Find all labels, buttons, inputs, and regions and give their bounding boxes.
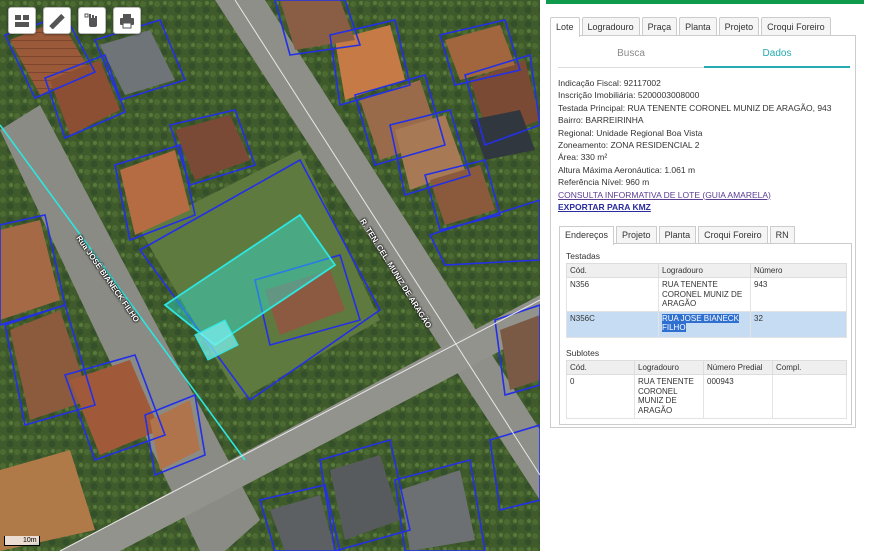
table-row[interactable]: N356 RUA TENENTE CORONEL MUNIZ DE ARAGÃO…	[566, 277, 847, 312]
info-area: Área: 330 m²	[558, 151, 854, 163]
table-row[interactable]: 0 RUA TENENTE CORONEL MUNIZ DE ARAGÃO 00…	[566, 374, 847, 419]
col-header: Número Predial	[703, 360, 773, 375]
cell-numero: 32	[750, 310, 847, 338]
export-kmz-link[interactable]: EXPORTAR PARA KMZ	[558, 202, 651, 212]
highlighted-text: RUA JOSE BIANECK FILHO	[662, 313, 739, 332]
top-tabs: Lote Logradouro Praça Planta Projeto Cro…	[550, 17, 833, 37]
col-header: Cód.	[566, 360, 635, 375]
measure-button[interactable]	[43, 7, 71, 34]
satellite-map	[0, 0, 540, 551]
testadas-table: Cód. Logradouro Número N356 RUA TENENTE …	[566, 263, 847, 338]
info-label: Referência Nível:	[558, 177, 624, 188]
info-label: Testada Principal:	[558, 102, 626, 113]
info-value: 960 m	[625, 177, 650, 188]
testadas-title: Testadas	[566, 251, 601, 261]
cell-cod: 0	[566, 374, 635, 419]
scale-bar: 10m	[4, 536, 40, 546]
info-label: Altura Máxima Aeronáutica:	[558, 164, 662, 175]
cell-compl	[772, 374, 847, 419]
col-header: Logradouro	[658, 263, 751, 278]
tab-lote[interactable]: Lote	[550, 17, 580, 37]
tab-croqui-detail[interactable]: Croqui Foreiro	[698, 226, 768, 244]
tab-rn[interactable]: RN	[769, 226, 795, 244]
info-value: 1.061 m	[664, 164, 696, 175]
subtab-dados[interactable]: Dados	[704, 42, 850, 68]
tab-praca[interactable]: Praça	[641, 17, 678, 36]
printer-icon	[119, 13, 135, 29]
cell-cod: N356	[566, 277, 659, 312]
info-altura: Altura Máxima Aeronáutica: 1.061 m	[558, 164, 854, 176]
ruler-icon	[49, 13, 65, 29]
col-header: Logradouro	[634, 360, 704, 375]
table-row-selected[interactable]: N356C RUA JOSE BIANECK FILHO 32	[566, 310, 847, 338]
hand-select-icon	[84, 13, 100, 29]
info-label: Indicação Fiscal:	[558, 78, 622, 88]
sub-tabs: Busca Dados	[558, 42, 850, 68]
info-value: Unidade Regional Boa Vista	[596, 127, 703, 138]
tab-projeto-detail[interactable]: Projeto	[616, 226, 657, 244]
print-button[interactable]	[113, 7, 141, 34]
col-header: Número	[750, 263, 847, 278]
info-label: Regional:	[558, 127, 594, 138]
info-inscricao: Inscrição Imobiliária: 5200003008000	[558, 89, 854, 101]
sublotes-table: Cód. Logradouro Número Predial Compl. 0 …	[566, 360, 847, 419]
map-view[interactable]: Rua JOSÉ BIANECK FILHO R. TEN. CEL. MUNI…	[0, 0, 540, 551]
info-panel: Lote Logradouro Praça Planta Projeto Cro…	[540, 0, 870, 551]
enderecos-panel: Testadas Cód. Logradouro Número N356 RUA…	[559, 243, 852, 425]
col-header: Compl.	[772, 360, 847, 375]
cell-logradouro: RUA TENENTE CORONEL MUNIZ DE ARAGÃO	[634, 374, 704, 419]
cell-numero-predial: 000943	[703, 374, 773, 419]
info-value: 330 m²	[580, 152, 608, 163]
lot-info: Indicação Fiscal: 92117002 Inscrição Imo…	[558, 77, 854, 213]
info-label: Zoneamento:	[558, 140, 609, 151]
consulta-informativa-link[interactable]: CONSULTA INFORMATIVA DE LOTE (GUIA AMARE…	[558, 190, 771, 200]
info-referencia: Referência Nível: 960 m	[558, 176, 854, 188]
layers-icon	[14, 14, 30, 28]
sublotes-title: Sublotes	[566, 348, 600, 358]
lote-panel: Busca Dados Indicação Fiscal: 92117002 I…	[550, 35, 856, 428]
info-zoneamento: Zoneamento: ZONA RESIDENCIAL 2	[558, 139, 854, 151]
cell-numero: 943	[750, 277, 847, 312]
info-indicacao-fiscal: Indicação Fiscal: 92117002	[558, 77, 854, 89]
info-testada: Testada Principal: RUA TENENTE CORONEL M…	[558, 102, 854, 114]
select-button[interactable]	[78, 7, 106, 34]
info-value: 92117002	[623, 78, 661, 88]
tab-logradouro[interactable]: Logradouro	[581, 17, 640, 36]
info-value: ZONA RESIDENCIAL 2	[610, 140, 700, 151]
info-regional: Regional: Unidade Regional Boa Vista	[558, 127, 854, 139]
cell-cod: N356C	[566, 310, 659, 338]
cell-logradouro: RUA TENENTE CORONEL MUNIZ DE ARAGÃO	[658, 277, 751, 312]
tab-enderecos[interactable]: Endereços	[559, 226, 615, 245]
panel-accent-bar	[546, 0, 864, 4]
info-value: 5200003008000	[637, 90, 700, 101]
info-label: Área:	[558, 152, 579, 163]
info-bairro: Bairro: BARREIRINHA	[558, 114, 854, 126]
tab-projeto[interactable]: Projeto	[718, 17, 760, 36]
col-header: Cód.	[566, 263, 659, 278]
tab-croqui-foreiro[interactable]: Croqui Foreiro	[761, 17, 831, 36]
info-value: BARREIRINHA	[585, 115, 644, 126]
scale-label: 10m	[23, 537, 37, 544]
info-label: Inscrição Imobiliária:	[558, 90, 636, 101]
subtab-busca[interactable]: Busca	[558, 42, 704, 68]
layers-button[interactable]	[8, 7, 36, 34]
tab-planta[interactable]: Planta	[679, 17, 717, 36]
tab-planta-detail[interactable]: Planta	[658, 226, 697, 244]
info-value: RUA TENENTE CORONEL MUNIZ DE ARAGÃO, 943	[627, 102, 832, 113]
cell-logradouro: RUA JOSE BIANECK FILHO	[658, 310, 751, 338]
info-label: Bairro:	[558, 115, 584, 126]
